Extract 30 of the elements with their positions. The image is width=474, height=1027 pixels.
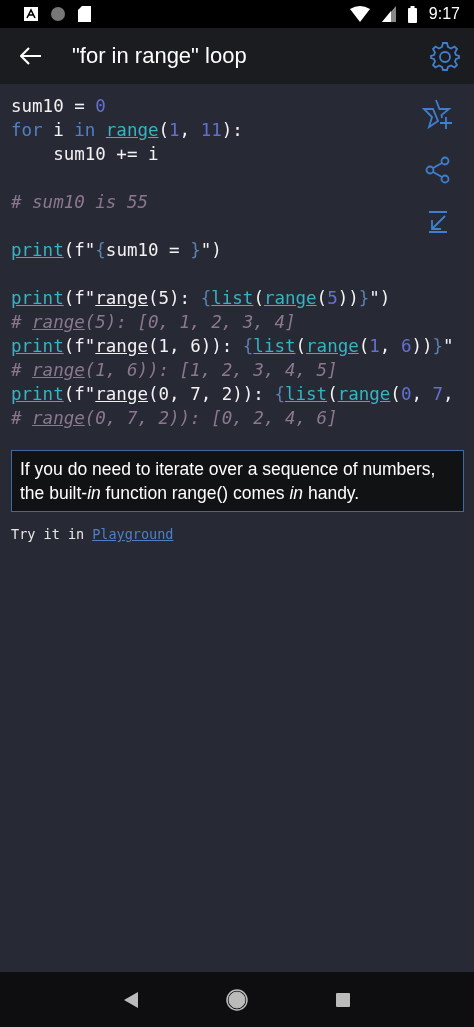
code-line: print(f"range(5): {list(range(5))}") (11, 287, 391, 310)
star-plus-icon[interactable] (422, 98, 454, 130)
font-icon (24, 7, 38, 21)
code-line: # range(1, 6)): [1, 2, 3, 4, 5] (11, 359, 338, 382)
code-line: print(f"{sum10 = }") (11, 239, 222, 262)
code-line: print(f"range(0, 7, 2)): {list(range(0, 7, (11, 383, 454, 406)
code-line: print(f"range(1, 6)): {list(range(1, 6))}" (11, 335, 454, 358)
wifi-icon (349, 6, 370, 22)
code-line: for i in range(1, 11): (11, 119, 243, 142)
signal-icon (381, 6, 396, 22)
code-line: sum10 = 0 (11, 95, 106, 118)
screen-title: "for in range" loop (72, 43, 248, 69)
back-arrow-icon[interactable] (20, 47, 42, 65)
collapse-arrow-icon[interactable] (427, 210, 449, 234)
share-icon[interactable] (425, 156, 451, 184)
home-icon[interactable] (226, 988, 248, 1011)
back-icon[interactable] (124, 991, 138, 1008)
info-note: If you do need to iterate over a sequence of numbers, the built-in function range() comes in handy. (11, 450, 464, 512)
playground-link[interactable]: Playground (92, 526, 174, 542)
try-label: Try it in (11, 526, 85, 542)
sd-card-icon (78, 6, 91, 22)
code-line: sum10 += i (52, 143, 159, 166)
circle-icon (50, 6, 66, 22)
overview-icon[interactable] (336, 992, 350, 1007)
battery-icon (407, 5, 417, 23)
status-time: 9:17 (428, 5, 460, 23)
code-line: # range(0, 7, 2)): [0, 2, 4, 6] (11, 407, 338, 430)
code-line: # range(5): [0, 1, 2, 3, 4] (11, 311, 296, 334)
settings-icon[interactable] (430, 41, 460, 71)
code-line: # sum10 is 55 (11, 191, 148, 214)
